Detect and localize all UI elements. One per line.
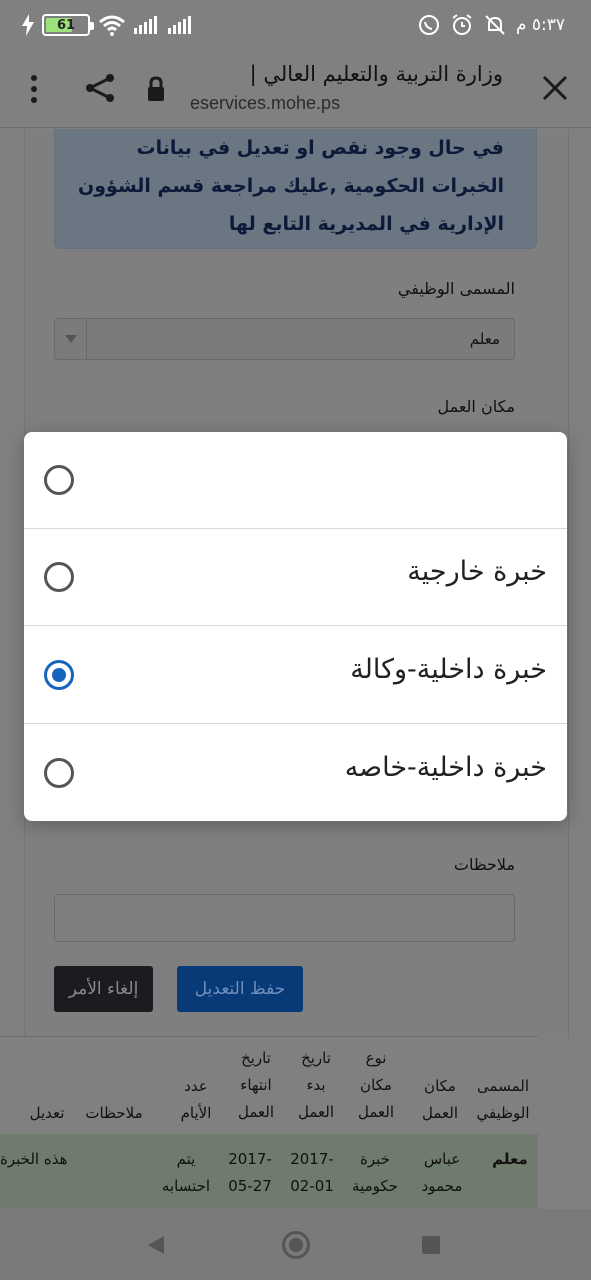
- radio-button[interactable]: [44, 562, 74, 592]
- option-internal-private[interactable]: خبرة داخلية-خاصه: [24, 725, 567, 821]
- status-bar: 61 ٥:٣٧ م: [0, 0, 591, 56]
- option-label: خبرة خارجية: [407, 556, 547, 587]
- wifi-icon: [99, 15, 125, 36]
- save-button[interactable]: حفظ التعديل: [177, 966, 303, 1012]
- option-label: خبرة داخلية-خاصه: [344, 752, 547, 783]
- cell-end-date: -2017 05-27: [228, 1150, 272, 1195]
- option-internal-agency[interactable]: خبرة داخلية-وكالة: [24, 627, 567, 724]
- recents-icon[interactable]: [422, 1236, 440, 1254]
- status-time: ٥:٣٧ م: [515, 15, 565, 35]
- job-title-value: معلم: [469, 330, 500, 348]
- notes-field[interactable]: [54, 894, 515, 942]
- cancel-button[interactable]: إلغاء الأمر: [54, 966, 153, 1012]
- th-workplace: مكان العمل: [421, 1077, 458, 1122]
- th-days: عدد الأيام: [180, 1077, 212, 1122]
- page-url[interactable]: eservices.mohe.ps: [190, 93, 340, 114]
- info-alert: في حال وجود نقص او تعديل في بيانات الخبر…: [54, 129, 537, 249]
- page-title: وزارة التربية والتعليم العالي |: [249, 62, 503, 86]
- experience-table: المسمى الوظيفي مكان العمل نوع مكان العمل تار…: [0, 1036, 538, 1214]
- signal-icon: [134, 16, 157, 34]
- radio-button[interactable]: [44, 465, 74, 495]
- cell-start-date: -2017 02-01: [290, 1150, 334, 1195]
- alarm-icon: [452, 14, 472, 35]
- chevron-down-icon: [55, 319, 87, 359]
- share-icon[interactable]: [84, 72, 116, 104]
- th-job-title: المسمى الوظيفي: [476, 1077, 530, 1122]
- table-row[interactable]: معلم عباس محمود خبرة حكومية -2017 02-01 -20…: [0, 1134, 538, 1214]
- signal-icon: [168, 16, 191, 34]
- radio-button[interactable]: [44, 758, 74, 788]
- th-edit: تعديل: [29, 1104, 65, 1122]
- workplace-type-dialog: خبرة خارجية خبرة داخلية-وكالة خبرة داخلي…: [24, 432, 567, 821]
- whatsapp-icon: [418, 15, 439, 35]
- th-start-date: تاريخ بدء العمل: [297, 1049, 334, 1121]
- cell-workplace-type: خبرة حكومية: [352, 1150, 398, 1195]
- th-end-date: تاريخ انتهاء العمل: [237, 1049, 274, 1121]
- job-title-label: المسمى الوظيفي: [397, 279, 515, 298]
- option-external-experience[interactable]: خبرة خارجية: [24, 529, 567, 626]
- system-nav-bar: [0, 1209, 591, 1280]
- th-notes: ملاحظات: [85, 1104, 143, 1122]
- radio-button-selected[interactable]: [44, 660, 74, 690]
- cell-notes: هذه الخبرة: [0, 1150, 68, 1168]
- cell-days: يتم احتسابه: [161, 1150, 211, 1195]
- option-label: خبرة داخلية-وكالة: [350, 654, 547, 685]
- alert-line: في حال وجود نقص او تعديل في بيانات: [136, 137, 504, 159]
- notes-label: ملاحظات: [453, 855, 515, 874]
- th-workplace-type: نوع مكان العمل: [357, 1049, 394, 1121]
- home-icon[interactable]: [282, 1231, 310, 1259]
- alert-line: الخبرات الحكومية ,عليك مراجعة قسم الشؤون: [78, 175, 504, 197]
- job-title-select[interactable]: معلم: [54, 318, 515, 360]
- battery-percent: 61: [56, 17, 76, 33]
- status-left-icons: 61: [22, 14, 194, 36]
- option-empty[interactable]: [24, 432, 567, 529]
- battery-icon: 61: [42, 14, 94, 36]
- mute-icon: [485, 15, 505, 35]
- workplace-label: مكان العمل: [437, 397, 515, 416]
- overflow-menu-icon[interactable]: [26, 74, 42, 104]
- lock-icon[interactable]: [146, 76, 166, 102]
- status-right-icons: ٥:٣٧ م: [418, 14, 565, 36]
- bolt-icon: [22, 14, 34, 36]
- close-icon[interactable]: [541, 74, 569, 102]
- cell-job-title: معلم: [492, 1150, 528, 1168]
- cell-workplace: عباس محمود: [421, 1150, 463, 1195]
- back-icon[interactable]: [146, 1234, 166, 1256]
- browser-toolbar: وزارة التربية والتعليم العالي | eservice…: [0, 56, 591, 128]
- alert-line: الإدارية في المديرية التابع لها: [228, 213, 504, 235]
